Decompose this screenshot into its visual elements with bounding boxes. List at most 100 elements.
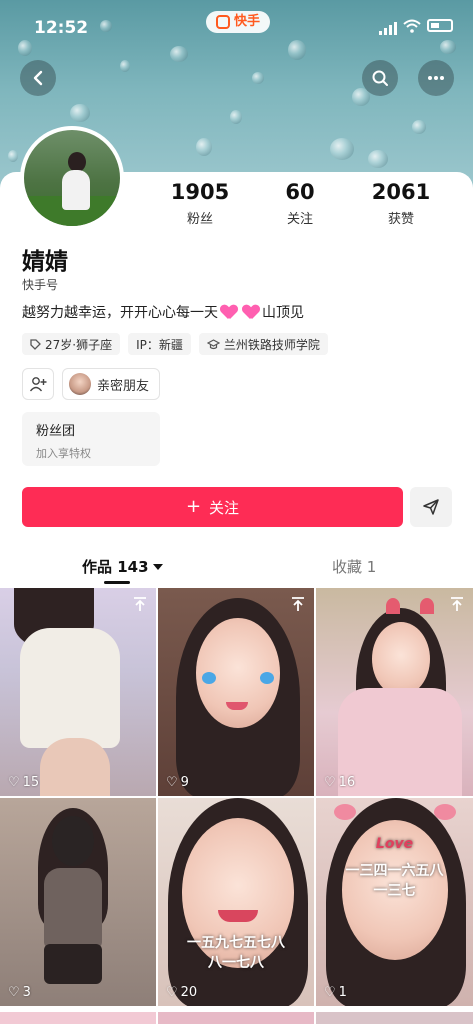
search-button[interactable] — [362, 60, 398, 96]
chevron-left-icon — [33, 70, 43, 86]
graduation-cap-icon — [206, 338, 220, 349]
pin-icon — [134, 597, 146, 611]
profile-handle: 快手号 — [22, 278, 59, 292]
fan-club-subtitle: 加入享特权 — [36, 447, 91, 460]
intimate-friends-label: 亲密朋友 — [97, 378, 150, 394]
post-thumbnail[interactable]: Love 一三四一六五八 一三七 ♡ 1 — [316, 798, 473, 1006]
stat-label: 关注 — [286, 212, 313, 227]
tag-icon — [30, 338, 41, 350]
tag-label: IP：新疆 — [136, 337, 183, 352]
heart-icon — [243, 305, 259, 319]
tag-age: 27岁·狮子座 — [22, 333, 121, 355]
water-drop — [120, 60, 130, 72]
water-drop — [252, 72, 264, 84]
tab-favorites[interactable]: 收藏 1 — [332, 556, 376, 577]
post-thumbnail[interactable]: ♡ 3 — [0, 798, 156, 1006]
post-overlay-line: 一三四一六五八 — [345, 863, 444, 879]
post-thumbnail[interactable]: 一五九七五七八 八一七八 ♡ 20 — [158, 798, 314, 1006]
profile-tags: 27岁·狮子座 IP：新疆 兰州铁路技师学院 — [22, 333, 328, 355]
heart-outline-icon: ♡ — [324, 775, 336, 790]
tab-underline — [104, 581, 130, 584]
stat-value: 1905 — [170, 180, 230, 204]
tag-label: 兰州铁路技师学院 — [223, 337, 320, 352]
post-thumbnail[interactable]: ♡ 16 — [316, 588, 473, 796]
stat-following[interactable]: 60 关注 — [260, 180, 340, 227]
stat-label: 粉丝 — [186, 212, 213, 227]
friends-row: 亲密朋友 — [22, 368, 161, 400]
signal-icon — [379, 22, 397, 35]
post-likes: ♡ 16 — [324, 775, 355, 790]
bio-text: 越努力越幸运，开开心心每一天 — [22, 305, 218, 321]
water-drop — [368, 150, 388, 168]
post-likes: ♡ 3 — [8, 985, 31, 1000]
profile-name: 婧婧 — [22, 249, 68, 275]
post-like-count: 20 — [180, 985, 198, 1000]
more-icon — [428, 76, 444, 80]
wifi-icon — [403, 19, 421, 33]
posts-grid: ♡ 15 ♡ 9 ♡ 16 ♡ 3 一五九七五七八 八一七八 ♡ 20 Love… — [0, 588, 473, 1006]
tab-works-label: 作品 143 — [82, 558, 149, 576]
bio-text-end: 山顶见 — [262, 305, 304, 321]
post-overlay-line: Love — [375, 836, 414, 852]
post-like-count: 3 — [22, 985, 31, 1000]
post-thumbnail[interactable]: ♡ 15 — [0, 588, 156, 796]
water-drop — [412, 120, 426, 134]
water-drop — [196, 138, 212, 156]
post-like-count: 1 — [338, 985, 347, 1000]
add-friend-button[interactable] — [22, 368, 54, 400]
app-badge-label: 快手 — [234, 14, 261, 29]
kuaishou-logo-icon — [216, 15, 230, 29]
post-overlay-line: 一五九七五七八 — [187, 935, 285, 951]
water-drop — [8, 150, 18, 162]
friend-avatar — [69, 373, 91, 395]
status-bar: 12:52 快手 — [0, 0, 473, 56]
tag-label: 27岁·狮子座 — [45, 337, 113, 352]
plus-icon: + — [185, 496, 202, 517]
stat-value: 60 — [285, 180, 315, 204]
post-likes: ♡ 1 — [324, 985, 347, 1000]
stat-value: 2061 — [371, 180, 431, 204]
follow-button-label: 关注 — [209, 498, 240, 517]
profile-tabs: 作品 143 收藏 1 — [0, 548, 473, 584]
tab-works[interactable]: 作品 143 — [82, 556, 163, 577]
pin-icon — [292, 597, 304, 611]
heart-icon — [221, 305, 237, 319]
post-like-count: 15 — [22, 775, 40, 790]
post-likes: ♡ 9 — [166, 775, 189, 790]
profile-bio: 越努力越幸运，开开心心每一天 山顶见 — [22, 302, 304, 322]
follow-button[interactable]: + 关注 — [22, 487, 403, 527]
battery-icon — [427, 19, 453, 32]
posts-next-row — [0, 1012, 473, 1024]
post-like-count: 16 — [338, 775, 356, 790]
post-likes: ♡ 20 — [166, 985, 197, 1000]
intimate-friends-button[interactable]: 亲密朋友 — [62, 368, 161, 400]
tag-school[interactable]: 兰州铁路技师学院 — [198, 333, 328, 355]
water-drop — [330, 138, 354, 160]
heart-outline-icon: ♡ — [166, 985, 178, 1000]
share-button[interactable] — [410, 487, 452, 527]
search-icon — [372, 70, 388, 86]
more-button[interactable] — [418, 60, 454, 96]
stat-fans[interactable]: 1905 粉丝 — [160, 180, 240, 227]
heart-outline-icon: ♡ — [8, 985, 20, 1000]
heart-outline-icon: ♡ — [8, 775, 20, 790]
water-drop — [70, 104, 90, 122]
stat-likes[interactable]: 2061 获赞 — [361, 180, 441, 227]
fan-club-card[interactable]: 粉丝团 加入享特权 — [22, 412, 160, 466]
post-overlay-line: 八一七八 — [208, 955, 264, 971]
tag-ip: IP：新疆 — [128, 333, 191, 355]
add-user-icon — [29, 377, 47, 392]
post-like-count: 9 — [180, 775, 189, 790]
fan-club-title: 粉丝团 — [36, 424, 76, 439]
caret-down-icon — [152, 563, 163, 570]
app-badge: 快手 — [206, 11, 271, 33]
back-button[interactable] — [20, 60, 56, 96]
post-thumbnail[interactable]: ♡ 9 — [158, 588, 314, 796]
water-drop — [230, 110, 242, 124]
avatar[interactable] — [20, 126, 124, 230]
stat-label: 获赞 — [387, 212, 414, 227]
post-likes: ♡ 15 — [8, 775, 39, 790]
heart-outline-icon: ♡ — [166, 775, 178, 790]
heart-outline-icon: ♡ — [324, 985, 336, 1000]
pin-icon — [451, 597, 463, 611]
